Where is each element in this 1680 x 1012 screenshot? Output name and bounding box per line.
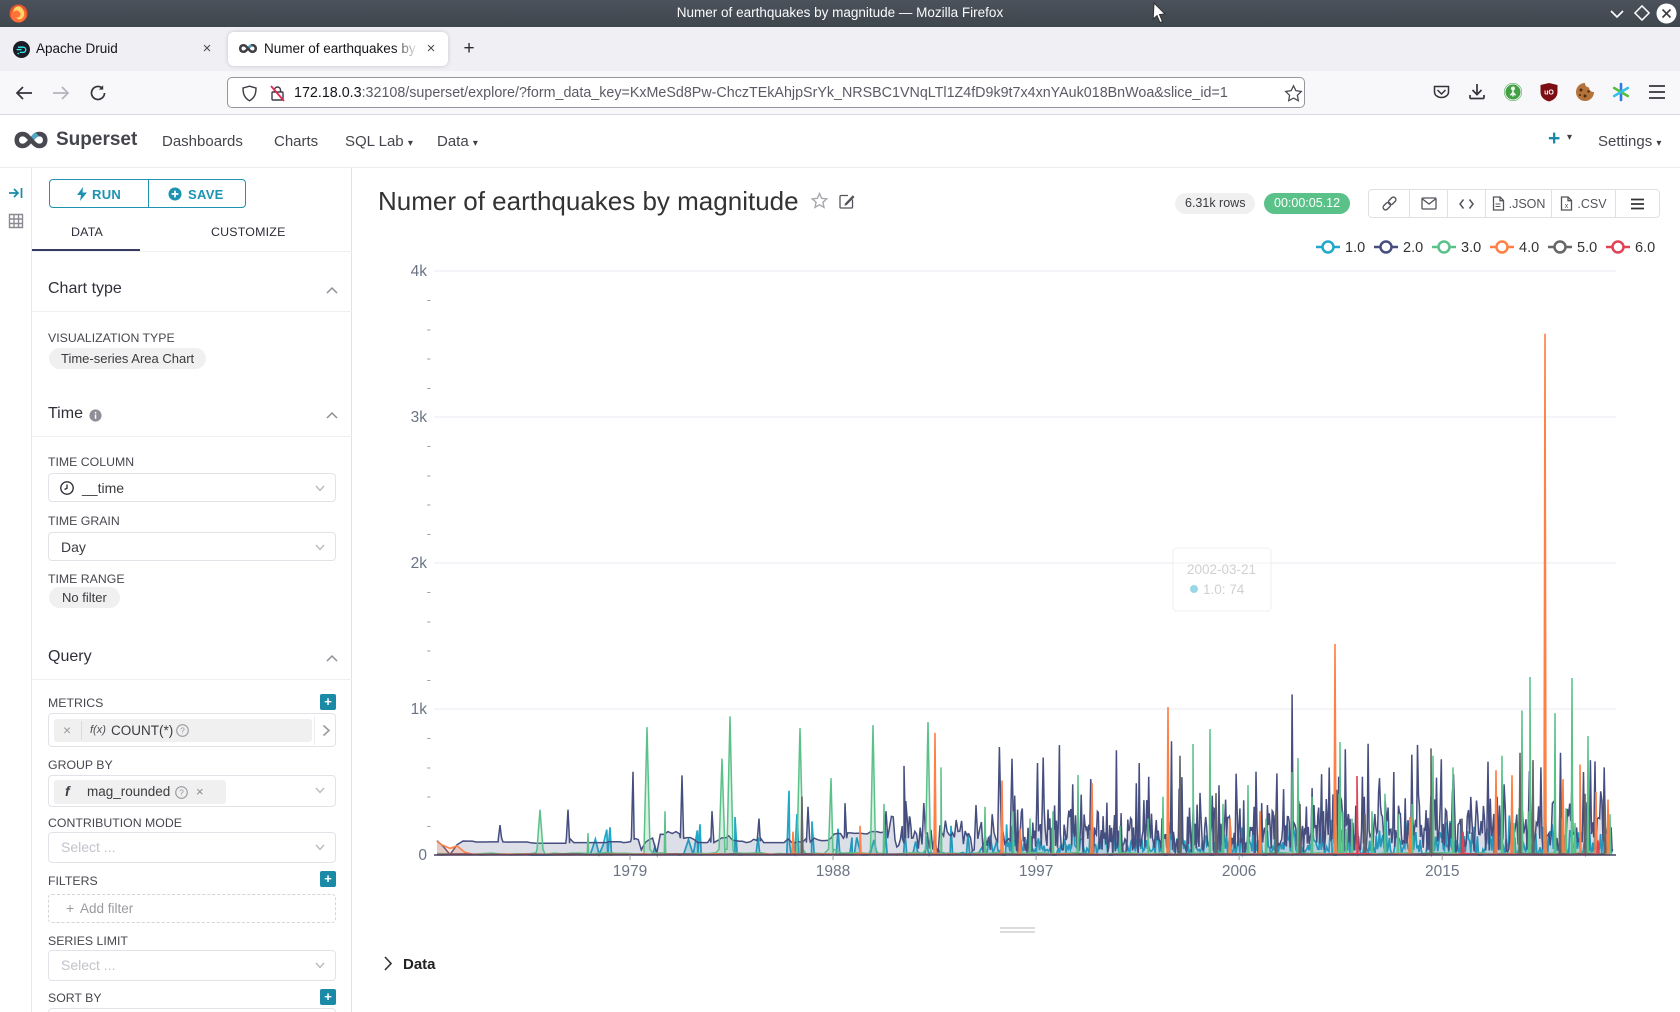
svg-text:2.0: 2.0 bbox=[1403, 240, 1423, 256]
svg-text:-: - bbox=[427, 380, 431, 395]
svg-text:?: ? bbox=[180, 725, 185, 735]
svg-text:3.0: 3.0 bbox=[1461, 240, 1481, 256]
svg-text:6.0: 6.0 bbox=[1635, 240, 1655, 256]
svg-text:-: - bbox=[427, 643, 431, 658]
svg-text:Data: Data bbox=[403, 956, 436, 973]
svg-text:-: - bbox=[427, 789, 431, 804]
svg-text:-: - bbox=[427, 730, 431, 745]
svg-text:-: - bbox=[427, 759, 431, 774]
svg-text:-: - bbox=[427, 613, 431, 628]
svg-text:-: - bbox=[427, 321, 431, 336]
svg-text:1997: 1997 bbox=[1019, 863, 1053, 880]
svg-text:-: - bbox=[427, 438, 431, 453]
svg-text:1979: 1979 bbox=[613, 863, 647, 880]
svg-text:-: - bbox=[427, 818, 431, 833]
svg-text:0: 0 bbox=[418, 847, 427, 864]
svg-text:1988: 1988 bbox=[816, 863, 850, 880]
svg-text:2015: 2015 bbox=[1425, 863, 1459, 880]
svg-text:?: ? bbox=[179, 787, 184, 797]
svg-text:3k: 3k bbox=[411, 409, 428, 426]
svg-text:2k: 2k bbox=[411, 555, 428, 572]
svg-text:-: - bbox=[427, 584, 431, 599]
svg-text:-: - bbox=[427, 497, 431, 512]
svg-text:-: - bbox=[427, 526, 431, 541]
svg-text:-: - bbox=[427, 292, 431, 307]
svg-text:1.0: 1.0 bbox=[1345, 240, 1365, 256]
svg-text:2002-03-21: 2002-03-21 bbox=[1187, 562, 1256, 577]
svg-text:-: - bbox=[427, 467, 431, 482]
svg-text:uO: uO bbox=[1544, 90, 1554, 97]
svg-text:2006: 2006 bbox=[1222, 863, 1256, 880]
svg-text:-: - bbox=[427, 351, 431, 366]
svg-text:5.0: 5.0 bbox=[1577, 240, 1597, 256]
svg-text:4.0: 4.0 bbox=[1519, 240, 1539, 256]
svg-text:4k: 4k bbox=[411, 263, 428, 280]
svg-text:-: - bbox=[427, 672, 431, 687]
svg-text:1k: 1k bbox=[411, 701, 428, 718]
svg-text:1.0: 74: 1.0: 74 bbox=[1203, 582, 1245, 597]
